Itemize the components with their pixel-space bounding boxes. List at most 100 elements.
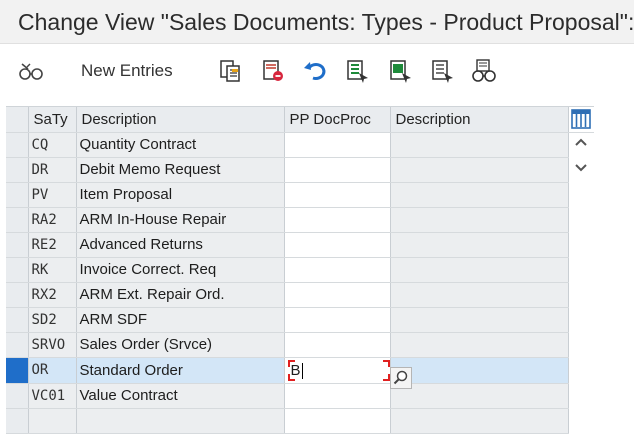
- table-row: CQ Quantity Contract: [6, 132, 594, 158]
- other-view-icon[interactable]: [471, 58, 497, 84]
- value-help-button[interactable]: [390, 367, 412, 389]
- row-selector[interactable]: [6, 282, 29, 308]
- column-header-saty[interactable]: SaTy: [28, 107, 77, 133]
- pp-docproc-input[interactable]: [284, 408, 391, 434]
- pp-docproc-input[interactable]: [284, 232, 391, 258]
- description-2-cell: [390, 182, 569, 208]
- row-selector[interactable]: [6, 207, 29, 233]
- description-2-cell: [390, 232, 569, 258]
- pp-docproc-input[interactable]: [284, 307, 391, 333]
- table-row: RA2 ARM In-House Repair: [6, 207, 594, 233]
- scroll-gutter: [568, 307, 594, 332]
- description-cell: Quantity Contract: [76, 132, 285, 158]
- row-selector[interactable]: [6, 257, 29, 283]
- table-row: SRVO Sales Order (Srvce): [6, 332, 594, 358]
- description-cell: Advanced Returns: [76, 232, 285, 258]
- text-cursor: [301, 362, 303, 379]
- scroll-down-icon[interactable]: [574, 160, 588, 174]
- pp-docproc-input[interactable]: [284, 257, 391, 283]
- table-row: DR Debit Memo Request: [6, 157, 594, 183]
- saty-cell: RA2: [28, 207, 77, 233]
- saty-cell: RE2: [28, 232, 77, 258]
- pp-docproc-input[interactable]: [284, 383, 391, 409]
- description-2-cell: [390, 157, 569, 183]
- scroll-up-icon[interactable]: [574, 136, 588, 150]
- saty-cell: PV: [28, 182, 77, 208]
- deselect-all-icon[interactable]: [430, 58, 456, 84]
- saty-cell: SRVO: [28, 332, 77, 358]
- saty-cell: RK: [28, 257, 77, 283]
- scroll-gutter: [568, 408, 594, 433]
- description-cell: Invoice Correct. Req: [76, 257, 285, 283]
- description-cell: Standard Order: [76, 357, 285, 384]
- row-selector[interactable]: [6, 182, 29, 208]
- description-cell: ARM Ext. Repair Ord.: [76, 282, 285, 308]
- description-cell: [76, 408, 285, 434]
- application-toolbar: New Entries: [0, 45, 634, 97]
- select-all-icon[interactable]: [345, 58, 371, 84]
- description-2-cell: [390, 307, 569, 333]
- description-2-cell: [390, 207, 569, 233]
- table-row: SD2 ARM SDF: [6, 307, 594, 333]
- description-2-cell: [390, 282, 569, 308]
- scroll-gutter: [568, 257, 594, 282]
- row-selector[interactable]: [6, 383, 29, 409]
- saty-cell: [28, 408, 77, 434]
- scroll-gutter: [568, 182, 594, 207]
- copy-icon[interactable]: [217, 58, 243, 84]
- scroll-gutter: [568, 332, 594, 357]
- pp-docproc-input[interactable]: [284, 207, 391, 233]
- description-2-cell: [390, 408, 569, 434]
- column-header-pp-docproc[interactable]: PP DocProc: [284, 107, 391, 133]
- delete-icon[interactable]: [260, 58, 286, 84]
- description-2-cell: [390, 132, 569, 158]
- scroll-gutter: [568, 357, 594, 383]
- table-row: VC01 Value Contract: [6, 383, 594, 409]
- pp-docproc-input[interactable]: [284, 132, 391, 158]
- saty-cell: DR: [28, 157, 77, 183]
- table-row: RX2 ARM Ext. Repair Ord.: [6, 282, 594, 308]
- column-header-description-2[interactable]: Description: [390, 107, 569, 133]
- pp-docproc-input[interactable]: [284, 282, 391, 308]
- row-selector[interactable]: [6, 132, 29, 158]
- description-2-cell: [390, 257, 569, 283]
- description-cell: Value Contract: [76, 383, 285, 409]
- table-row: RK Invoice Correct. Req: [6, 257, 594, 283]
- search-icon: [393, 370, 408, 385]
- row-selector[interactable]: [6, 332, 29, 358]
- pp-docproc-input[interactable]: [284, 157, 391, 183]
- table-row-current: OR Standard Order B: [6, 357, 594, 384]
- table-row-empty: [6, 408, 594, 434]
- description-cell: ARM SDF: [76, 307, 285, 333]
- pp-docproc-input-focused[interactable]: B: [284, 357, 391, 384]
- column-header-description[interactable]: Description: [76, 107, 285, 133]
- new-entries-button[interactable]: New Entries: [81, 60, 173, 82]
- table-control: SaTy Description PP DocProc Description …: [6, 106, 594, 434]
- saty-cell: OR: [28, 357, 77, 384]
- description-2-cell: [390, 332, 569, 358]
- table-row: RE2 Advanced Returns: [6, 232, 594, 258]
- window-title: Change View "Sales Documents: Types - Pr…: [0, 0, 634, 44]
- select-all-rows-cell[interactable]: [6, 107, 29, 133]
- display-change-icon[interactable]: [18, 58, 44, 84]
- description-cell: ARM In-House Repair: [76, 207, 285, 233]
- saty-cell: SD2: [28, 307, 77, 333]
- select-block-icon[interactable]: [388, 58, 414, 84]
- description-2-cell: [390, 383, 569, 409]
- undo-icon[interactable]: [302, 58, 328, 84]
- pp-docproc-input[interactable]: [284, 182, 391, 208]
- row-selector[interactable]: [6, 157, 29, 183]
- row-selector[interactable]: [6, 408, 29, 434]
- scroll-gutter: [568, 383, 594, 408]
- row-selector[interactable]: [6, 232, 29, 258]
- saty-cell: VC01: [28, 383, 77, 409]
- description-cell: Debit Memo Request: [76, 157, 285, 183]
- table-settings-icon[interactable]: [570, 108, 592, 130]
- pp-docproc-input[interactable]: [284, 332, 391, 358]
- row-selector[interactable]: [6, 307, 29, 333]
- row-selector-selected[interactable]: [6, 357, 29, 384]
- saty-cell: RX2: [28, 282, 77, 308]
- table-header-row: SaTy Description PP DocProc Description: [6, 107, 594, 133]
- sales-doc-types-table: SaTy Description PP DocProc Description …: [6, 107, 594, 434]
- description-cell: Item Proposal: [76, 182, 285, 208]
